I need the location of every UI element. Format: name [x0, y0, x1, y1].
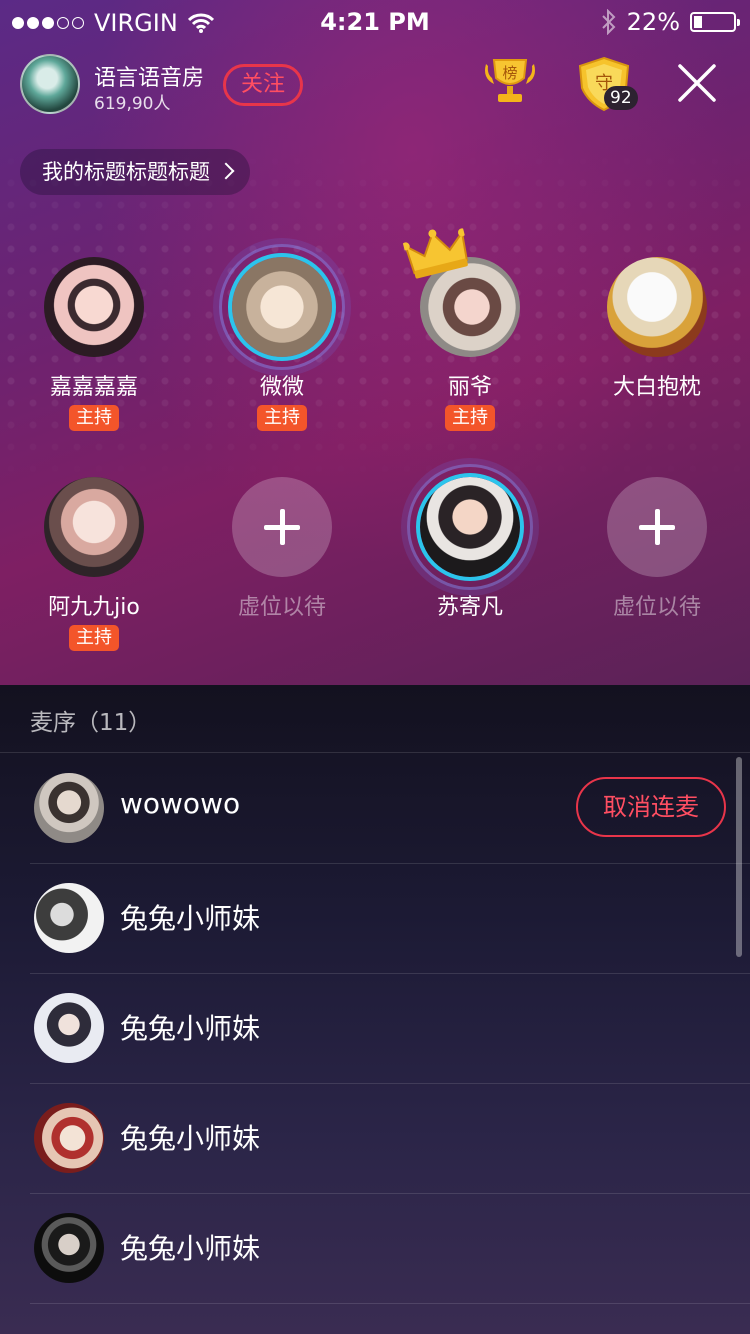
room-member-count: 619,90人 [94, 94, 171, 114]
bluetooth-icon [601, 9, 616, 35]
queue-row[interactable]: 兔兔小师妹 [30, 973, 750, 1084]
user-avatar [34, 773, 104, 843]
seat-2[interactable]: 微微 主持 [207, 244, 357, 431]
host-badge: 主持 [69, 625, 119, 651]
user-avatar [34, 883, 104, 953]
guard-count-badge: 92 [604, 86, 638, 110]
chevron-right-icon [217, 162, 235, 180]
user-name: 兔兔小师妹 [120, 1232, 261, 1265]
seat-name: 大白抱枕 [612, 375, 701, 400]
status-right: 22% [601, 8, 740, 36]
close-icon[interactable] [676, 62, 718, 104]
user-avatar [34, 1213, 104, 1283]
seat-8-empty[interactable]: 虚位以待 [582, 477, 732, 621]
battery-percent: 22% [626, 8, 680, 36]
user-name: 兔兔小师妹 [120, 1122, 261, 1155]
queue-header: 麦序（11） [30, 710, 152, 736]
queue-row[interactable]: 兔兔小师妹 [30, 1193, 750, 1304]
room-name: 语言语音房 [94, 66, 205, 91]
rank-trophy-icon[interactable]: 榜 [482, 56, 538, 106]
seat-avatar [607, 257, 707, 357]
seat-name: 虚位以待 [612, 595, 701, 620]
room-title-text: 我的标题标题标题 [42, 160, 210, 184]
seat-avatar [44, 257, 144, 357]
user-name: 兔兔小师妹 [120, 1012, 261, 1045]
seat-6-empty[interactable]: 虚位以待 [207, 477, 357, 621]
seat-1[interactable]: 嘉嘉嘉嘉 主持 [19, 257, 169, 431]
follow-button[interactable]: 关注 [223, 64, 303, 106]
seat-avatar [44, 477, 144, 577]
add-seat-icon[interactable] [607, 477, 707, 577]
seat-name: 丽爷 [447, 375, 492, 400]
queue-row[interactable]: 兔兔小师妹 [30, 863, 750, 974]
seat-3[interactable]: 丽爷 主持 [395, 228, 545, 431]
cancel-mic-button[interactable]: 取消连麦 [576, 777, 726, 837]
speaking-ring-inner [228, 253, 336, 361]
battery-level [694, 16, 702, 28]
host-badge: 主持 [69, 405, 119, 431]
room-avatar[interactable] [20, 54, 80, 114]
seat-name: 嘉嘉嘉嘉 [49, 375, 138, 400]
rank-icon-label: 榜 [502, 64, 517, 82]
room-stage: VIRGIN 4:21 PM 22% 语言语音房 619,90人 关注 榜 守 … [0, 0, 750, 685]
seat-name: 苏寄凡 [436, 595, 503, 620]
user-name: 兔兔小师妹 [120, 902, 261, 935]
seat-5[interactable]: 阿九九jio 主持 [19, 477, 169, 651]
queue-row[interactable]: wowowo 取消连麦 [30, 753, 750, 864]
status-bar: VIRGIN 4:21 PM 22% [0, 0, 750, 42]
host-badge: 主持 [257, 405, 307, 431]
seat-name: 阿九九jio [48, 595, 140, 620]
seat-7[interactable]: 苏寄凡 [395, 464, 545, 621]
user-avatar [34, 1103, 104, 1173]
user-name: wowowo [120, 787, 241, 820]
seat-avatar [401, 228, 520, 357]
add-seat-icon[interactable] [232, 477, 332, 577]
seat-avatar [219, 244, 345, 370]
room-title-pill[interactable]: 我的标题标题标题 [20, 149, 250, 195]
queue-row[interactable]: 兔兔小师妹 [30, 1083, 750, 1194]
seat-name: 虚位以待 [237, 595, 326, 620]
seat-4[interactable]: 大白抱枕 [582, 257, 732, 401]
seat-name: 微微 [259, 375, 304, 400]
speaking-ring-inner [416, 473, 524, 581]
seat-avatar [407, 464, 533, 590]
queue-scrollbar[interactable] [736, 757, 742, 957]
host-badge: 主持 [445, 405, 495, 431]
battery-icon [690, 12, 740, 32]
mic-queue-panel: 麦序（11） wowowo 取消连麦 兔兔小师妹 兔兔小师妹 兔兔小师妹 兔兔小… [0, 685, 750, 1334]
user-avatar [34, 993, 104, 1063]
